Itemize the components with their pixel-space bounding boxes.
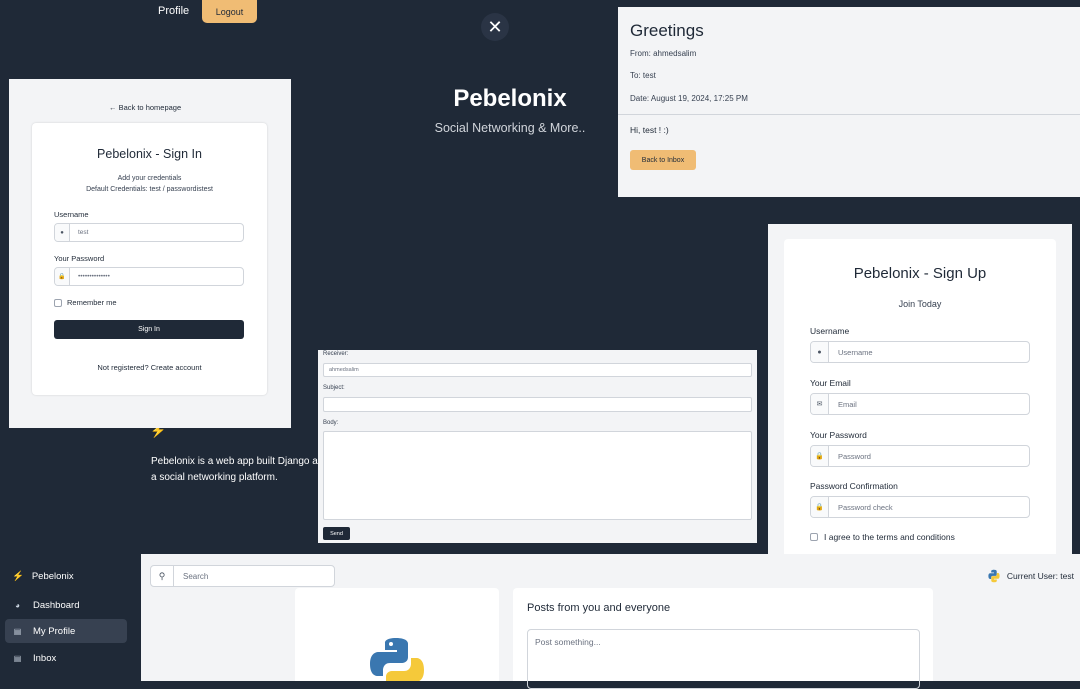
- user-icon: ●: [811, 342, 829, 362]
- lock-icon: 🔒: [55, 268, 70, 285]
- signup-confirm-input[interactable]: 🔒 Password check: [810, 496, 1030, 518]
- signin-card: Pebelonix - Sign In Add your credentials…: [32, 123, 267, 395]
- default-credentials: Default Credentials: test / passwordiste…: [86, 186, 213, 193]
- posts-card: Posts from you and everyone Post somethi…: [513, 588, 933, 689]
- card-icon: ▤: [13, 626, 22, 636]
- message-title: Greetings: [630, 21, 704, 40]
- hero-subtitle: Social Networking & More..: [434, 121, 586, 135]
- lock-icon: 🔒: [811, 446, 829, 466]
- sidebar-item-dashboard[interactable]: ◕ Dashboard: [5, 593, 127, 617]
- back-to-inbox-button[interactable]: Back to Inbox: [630, 150, 696, 170]
- message-to: To: test: [630, 71, 656, 80]
- nav-profile-link[interactable]: Profile: [158, 5, 189, 17]
- signup-username-input[interactable]: ● Username: [810, 341, 1030, 363]
- signup-password-label: Your Password: [810, 430, 867, 440]
- pie-chart-icon: ◕: [15, 600, 20, 610]
- python-logo-icon: [370, 638, 424, 681]
- signup-password-input[interactable]: 🔒 Password: [810, 445, 1030, 467]
- subject-label: Subject:: [323, 385, 345, 391]
- search-input[interactable]: ⚲ Search: [150, 565, 335, 587]
- signup-panel: Pebelonix - Sign Up Join Today Username …: [768, 224, 1072, 554]
- current-user: Current User: test: [987, 569, 1074, 583]
- signin-title: Pebelonix - Sign In: [97, 147, 202, 161]
- password-label: Your Password: [54, 254, 105, 263]
- message-body: Hi, test ! :): [630, 125, 669, 135]
- about-text: Pebelonix is a web app built Django as a…: [151, 456, 323, 483]
- sidebar-item-inbox[interactable]: ▤ Inbox: [5, 646, 127, 670]
- terms-checkbox-row[interactable]: I agree to the terms and conditions: [810, 532, 955, 542]
- signin-subtitle: Add your credentials: [117, 175, 182, 182]
- message-date: Date: August 19, 2024, 17:25 PM: [630, 94, 748, 103]
- profile-card: [295, 588, 499, 681]
- message-from: From: ahmedsalim: [630, 49, 697, 58]
- signup-subtitle: Join Today: [898, 299, 942, 309]
- username-label: Username: [54, 210, 89, 219]
- remember-me[interactable]: Remember me: [54, 298, 117, 307]
- signin-username-input[interactable]: ● test: [54, 223, 244, 242]
- lightning-icon: ⚡: [12, 571, 24, 582]
- divider: [618, 114, 1080, 115]
- receiver-label: Receiver:: [323, 351, 349, 357]
- send-button[interactable]: Send: [323, 527, 350, 540]
- signup-email-label: Your Email: [810, 378, 851, 388]
- logout-button[interactable]: Logout: [202, 0, 257, 23]
- sidebar-item-my-profile[interactable]: ▤ My Profile: [5, 619, 127, 643]
- lock-icon: 🔒: [811, 497, 829, 517]
- signup-confirm-label: Password Confirmation: [810, 481, 898, 491]
- close-icon[interactable]: ✕: [481, 13, 509, 41]
- message-detail-panel: Greetings From: ahmedsalim To: test Date…: [618, 7, 1080, 197]
- remember-checkbox[interactable]: [54, 298, 62, 307]
- post-textarea[interactable]: Post something...: [527, 629, 920, 689]
- posts-title: Posts from you and everyone: [527, 602, 671, 614]
- python-logo-icon: [988, 569, 1000, 583]
- receiver-input[interactable]: ahmedsalim: [323, 363, 752, 377]
- envelope-icon: ✉: [811, 394, 829, 414]
- arrow-left-icon: ←: [109, 103, 119, 112]
- signup-email-input[interactable]: ✉ Email: [810, 393, 1030, 415]
- signin-panel: ← Back to homepage Pebelonix - Sign In A…: [9, 79, 291, 428]
- body-textarea[interactable]: [323, 431, 752, 520]
- compose-panel: Receiver: ahmedsalim Subject: Body: Send: [318, 350, 757, 543]
- signup-card: Pebelonix - Sign Up Join Today Username …: [784, 239, 1056, 554]
- inbox-icon: ▤: [13, 653, 22, 663]
- signup-username-label: Username: [810, 326, 850, 336]
- terms-checkbox[interactable]: [810, 533, 818, 541]
- create-account-link[interactable]: Not registered? Create account: [32, 363, 267, 372]
- user-icon: ●: [55, 224, 70, 241]
- subject-input[interactable]: [323, 397, 752, 412]
- signin-password-input[interactable]: 🔒 ••••••••••••••: [54, 267, 244, 286]
- signin-button[interactable]: Sign In: [54, 320, 244, 339]
- back-to-homepage-link[interactable]: ← Back to homepage: [109, 103, 181, 112]
- body-label: Body:: [323, 420, 339, 426]
- sidebar-brand[interactable]: ⚡ Pebelonix: [12, 571, 74, 582]
- dashboard-main: ⚲ Search Current User: test Posts from y…: [141, 554, 1080, 689]
- search-icon: ⚲: [151, 566, 174, 586]
- hero-title: Pebelonix: [453, 85, 567, 112]
- signup-title: Pebelonix - Sign Up: [853, 265, 987, 282]
